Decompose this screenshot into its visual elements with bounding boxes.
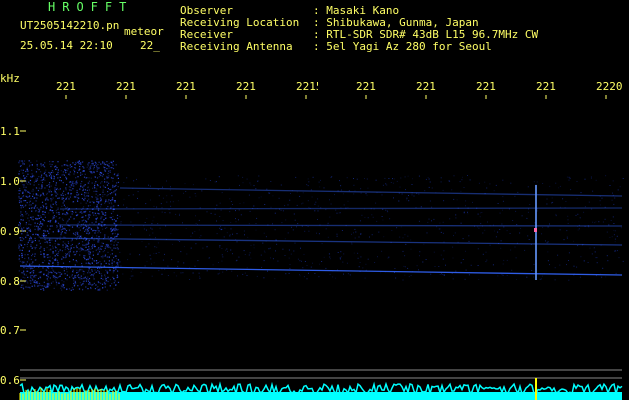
- mode-label: meteor: [124, 25, 164, 38]
- x-tick-label: 221: [476, 80, 496, 93]
- suffix-label: 22_: [140, 39, 160, 52]
- y-tick-label: 0.6: [0, 374, 20, 387]
- antenna-value: : 5el Yagi Az 280 for Seoul: [313, 40, 492, 53]
- y-tick-label: 0.9: [0, 225, 20, 238]
- y-tick-label: 0.8: [0, 275, 20, 288]
- datetime-label: 25.05.14 22:10: [20, 39, 113, 52]
- x-tick-label: 221: [176, 80, 196, 93]
- spectrogram-plot: [18, 95, 624, 400]
- y-tick-label: 1.1: [0, 125, 20, 138]
- filename-label: UT2505142210.pn: [20, 19, 120, 32]
- x-tick-label: 221: [416, 80, 436, 93]
- y-unit-label: kHz: [0, 72, 20, 85]
- x-tick-label: 221: [356, 80, 376, 93]
- x-tick-label: 2215: [296, 80, 318, 93]
- x-tick-label: 221: [116, 80, 136, 93]
- y-tick-label: 1.0: [0, 175, 20, 188]
- x-tick-label: 221: [56, 80, 76, 93]
- y-tick-label: 0.7: [0, 324, 20, 337]
- antenna-label: Receiving Antenna: [180, 40, 293, 53]
- brand-label: HROFFT: [48, 0, 134, 14]
- x-tick-label: 221: [236, 80, 256, 93]
- x-tick-label: 2220: [596, 80, 623, 93]
- x-tick-label: 221: [536, 80, 556, 93]
